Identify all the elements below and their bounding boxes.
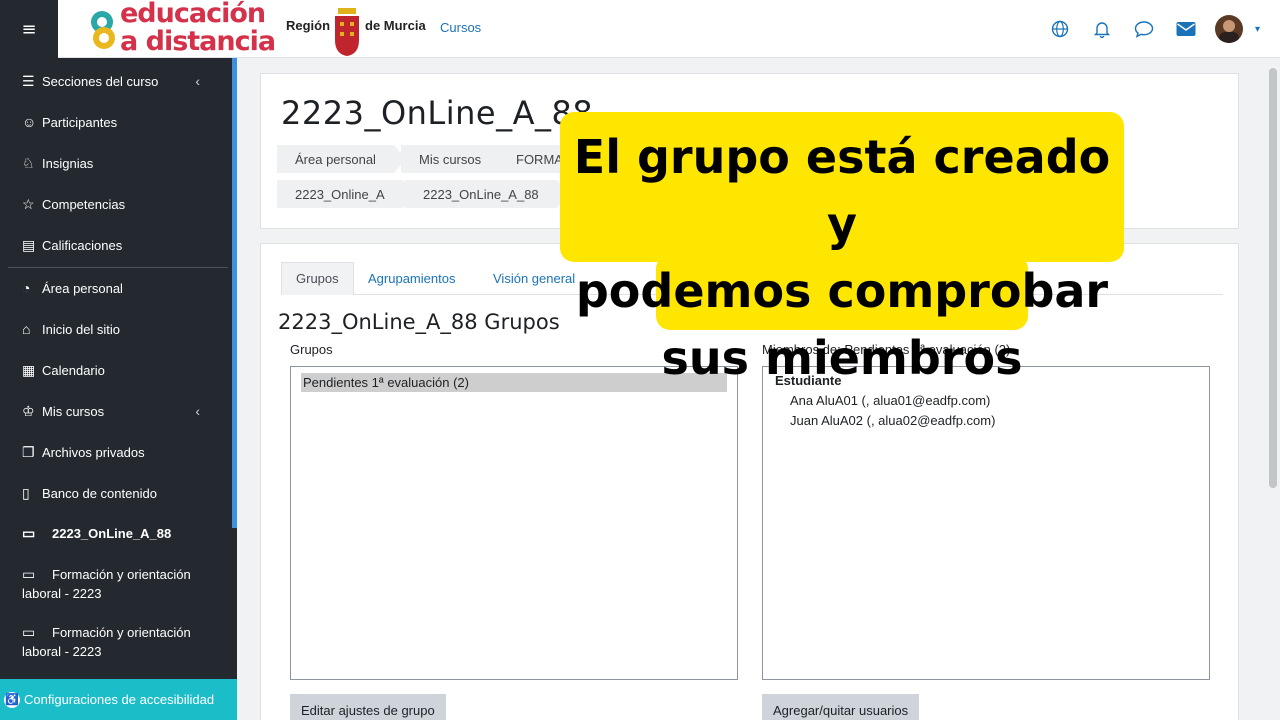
breadcrumb-item[interactable]: Mis cursos (401, 145, 512, 173)
folder-icon: ▭ (22, 525, 36, 541)
folder-icon: ▭ (22, 566, 36, 582)
sidebar-item-area-personal[interactable]: ◔ Área personal (22, 280, 222, 296)
sidebar-item-calendario[interactable]: ▦ Calendario (22, 362, 222, 379)
callout-line3: sus miembros (661, 331, 1023, 385)
accessibility-icon: ♿ (4, 691, 20, 708)
chevron-left-icon: ‹ (195, 73, 200, 89)
groups-label: Grupos (290, 342, 333, 357)
caret-icon[interactable]: ▾ (1255, 24, 1260, 35)
sidebar-item-secciones[interactable]: ☰ Secciones del curso ‹ (22, 73, 222, 90)
breadcrumb-item[interactable]: Área personal (277, 145, 406, 173)
navbar-icons: ▾ (1039, 0, 1260, 58)
sidebar-course-fol-1[interactable]: ▭ Formación y orientación laboral - 2223 (22, 565, 222, 603)
sidebar-item-banco[interactable]: ▯ Banco de contenido (22, 485, 222, 502)
chat-icon (1134, 21, 1154, 38)
sidebar-item-participantes[interactable]: ☺ Participantes (22, 114, 222, 130)
sidebar-item-archivos[interactable]: ❐ Archivos privados (22, 444, 222, 461)
users-icon: ☺ (22, 114, 37, 130)
dashboard-icon: ◔ (22, 280, 31, 296)
sidebar-item-calificaciones[interactable]: ▤ Calificaciones (22, 237, 222, 254)
member-option[interactable]: Ana AluA01 (, alua01@eadfp.com) (790, 393, 990, 408)
region-text-left: Región (286, 18, 331, 33)
groups-select[interactable]: Pendientes 1ª evaluación (2) (290, 366, 738, 680)
logo-mark-icon (91, 11, 115, 49)
badge-icon: ♘ (22, 155, 35, 171)
star-icon: ☆ (22, 196, 35, 212)
sidebar-course-label: 2223_OnLine_A_88 (52, 526, 172, 541)
section-title: 2223_OnLine_A_88 Grupos (278, 310, 560, 334)
clipboard-icon: ▯ (22, 485, 30, 501)
sidebar-item-label: Mis cursos (42, 404, 105, 419)
sidebar-item-label: Competencias (42, 197, 126, 212)
folder-icon: ▭ (22, 624, 36, 640)
sidebar-course-current[interactable]: ▭ 2223_OnLine_A_88 (22, 524, 222, 543)
breadcrumb-label: 2223_OnLine_A_88 (423, 186, 539, 202)
graduation-icon: ♔ (22, 403, 35, 419)
sidebar-item-inicio[interactable]: ⌂ Inicio del sitio (22, 321, 222, 337)
mail-icon (1176, 22, 1196, 36)
page-title: 2223_OnLine_A_88 (281, 94, 594, 132)
bell-icon (1093, 22, 1111, 38)
button-label: Agregar/quitar usuarios (773, 702, 909, 718)
sidebar-item-label: Insignias (42, 156, 94, 171)
sidebar-item-label: Área personal (42, 280, 123, 296)
accessibility-label: Configuraciones de accesibilidad (24, 692, 215, 707)
breadcrumb-label: 2223_Online_A (295, 186, 385, 202)
breadcrumb-item[interactable]: 2223_Online_A (277, 180, 415, 208)
messages-button[interactable] (1123, 0, 1165, 58)
accessibility-settings-button[interactable]: ♿ Configuraciones de accesibilidad (0, 679, 237, 720)
sidebar-item-label: Secciones del curso (42, 74, 159, 89)
add-remove-users-button[interactable]: Agregar/quitar usuarios (762, 694, 920, 720)
menu-toggle-button[interactable]: ≡ (0, 0, 58, 58)
site-logo[interactable]: educación a distancia (86, 0, 286, 58)
files-icon: ❐ (22, 444, 35, 460)
member-option[interactable]: Juan AluA02 (, alua02@eadfp.com) (790, 413, 995, 428)
breadcrumb-label: Área personal (295, 151, 376, 167)
sidebar-item-insignias[interactable]: ♘ Insignias (22, 155, 222, 172)
calendar-icon: ▦ (22, 362, 36, 378)
sidebar-item-mis-cursos[interactable]: ♔ Mis cursos ‹ (22, 403, 222, 420)
sidebar-item-label: Inicio del sitio (42, 321, 121, 337)
tab-grupos[interactable]: Grupos (281, 262, 354, 295)
sidebar-item-label: Calificaciones (42, 238, 123, 253)
list-icon: ☰ (22, 73, 35, 89)
mail-button[interactable] (1165, 0, 1207, 58)
members-select[interactable]: Estudiante Ana AluA01 (, alua01@eadfp.co… (762, 366, 1210, 680)
hamburger-icon: ≡ (21, 18, 37, 40)
murcia-shield-icon (335, 8, 359, 56)
sidebar-scrollbar[interactable] (232, 58, 237, 528)
home-icon: ⌂ (22, 321, 31, 337)
page-scrollbar[interactable] (1266, 58, 1280, 720)
callout-line1: El grupo está creado y (573, 130, 1111, 251)
chevron-left-icon: ‹ (195, 403, 200, 419)
breadcrumb-label: Mis cursos (419, 151, 482, 167)
top-navbar: ≡ educación a distancia Región de Murcia… (0, 0, 1280, 58)
logo-line2: a distancia (120, 26, 276, 57)
sidebar-item-label: Calendario (42, 363, 105, 378)
language-button[interactable] (1039, 0, 1081, 58)
button-label: Editar ajustes de grupo (301, 702, 435, 718)
sidebar-course-fol-2[interactable]: ▭ Formación y orientación laboral - 2223 (22, 623, 222, 661)
edit-group-settings-button[interactable]: Editar ajustes de grupo (290, 694, 446, 720)
sidebar-item-label: Banco de contenido (42, 486, 157, 501)
logo-line1: educación (120, 0, 266, 29)
callout-text: El grupo está creado y podemos comprobar… (560, 124, 1124, 392)
table-icon: ▤ (22, 237, 36, 253)
tab-agrupamientos[interactable]: Agrupamientos (354, 262, 469, 295)
notifications-button[interactable] (1081, 0, 1123, 58)
region-text-right: de Murcia (365, 18, 426, 33)
callout-line2: podemos comprobar (575, 264, 1109, 318)
breadcrumb-item[interactable]: 2223_OnLine_A_88 (405, 180, 569, 208)
sidebar-item-label: Archivos privados (42, 445, 145, 460)
sidebar-item-competencias[interactable]: ☆ Competencias (22, 196, 222, 213)
tab-label: Grupos (296, 271, 339, 286)
scrollbar-thumb[interactable] (1269, 68, 1277, 488)
globe-icon (1051, 20, 1069, 38)
tab-label: Agrupamientos (368, 271, 456, 286)
nav-link-cursos[interactable]: Cursos (440, 20, 481, 35)
avatar[interactable] (1214, 15, 1243, 43)
sidebar-divider (8, 267, 228, 268)
sidebar-item-label: Participantes (42, 114, 118, 130)
